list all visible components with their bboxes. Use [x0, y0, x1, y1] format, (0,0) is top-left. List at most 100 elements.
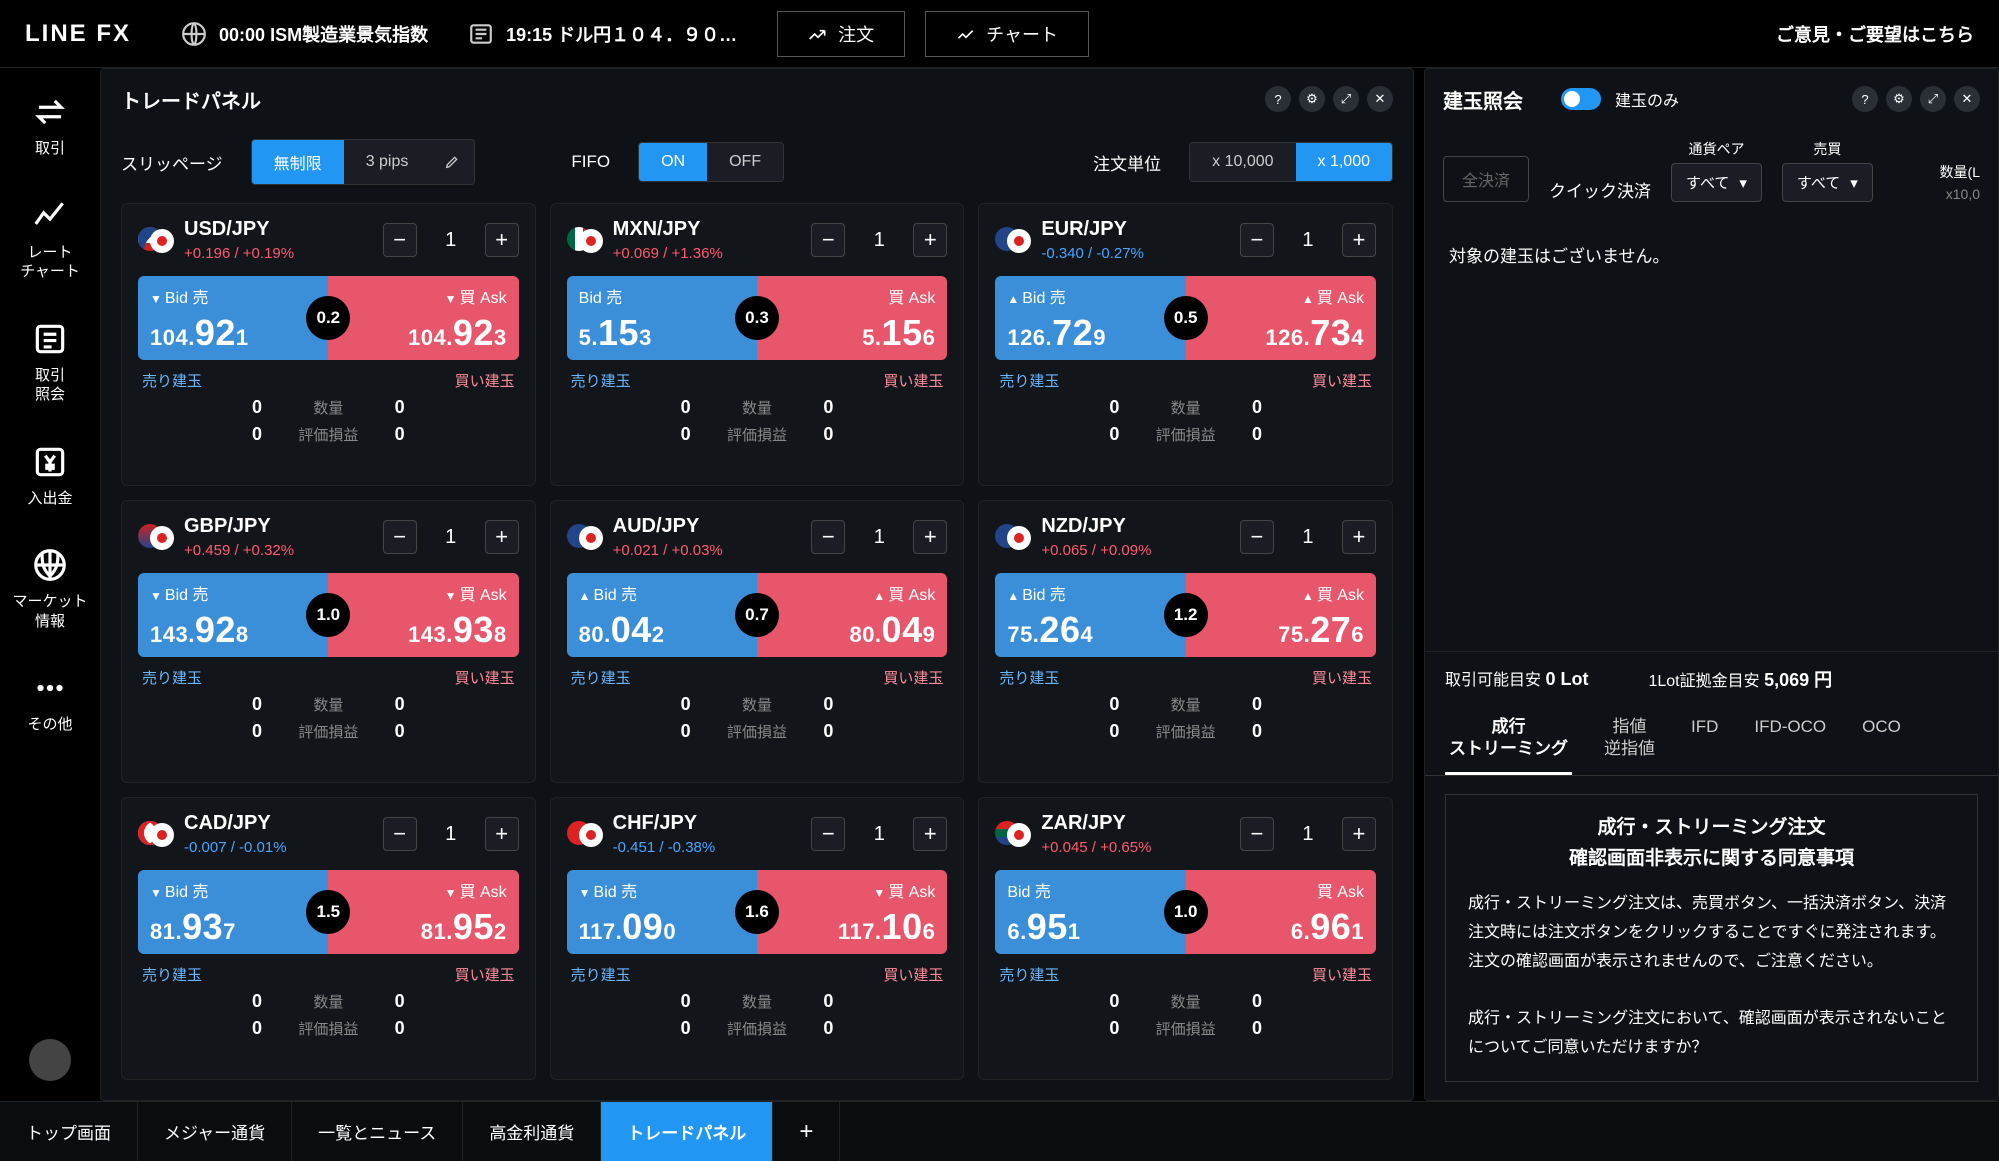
order-button[interactable]: 注文	[777, 11, 905, 57]
slippage-unlimited[interactable]: 無制限	[252, 140, 344, 184]
qty-plus[interactable]: +	[485, 817, 519, 851]
pair-filter-dropdown[interactable]: すべて▾	[1671, 163, 1762, 202]
order-tab-oco[interactable]: OCO	[1858, 706, 1905, 775]
bid-button[interactable]: Bid 売 126.729	[995, 276, 1185, 360]
close-icon[interactable]: ✕	[1954, 86, 1980, 112]
ask-button[interactable]: 買 Ask 6.961	[1186, 870, 1376, 954]
ask-button[interactable]: 買 Ask 81.952	[328, 870, 518, 954]
expand-icon[interactable]: ⤢	[1333, 86, 1359, 112]
bid-button[interactable]: Bid 売 6.951	[995, 870, 1185, 954]
settle-all-button[interactable]: 全決済	[1443, 156, 1529, 202]
btab-trade-panel[interactable]: トレードパネル	[601, 1102, 773, 1161]
btab-major[interactable]: メジャー通貨	[138, 1102, 292, 1161]
btab-list-news[interactable]: 一覧とニュース	[292, 1102, 463, 1161]
bid-button[interactable]: Bid 売 81.937	[138, 870, 328, 954]
qty-plus[interactable]: +	[913, 520, 947, 554]
available-margin: 取引可能目安 0 Lot	[1445, 666, 1588, 692]
sell-qty: 0	[142, 991, 262, 1012]
ask-button[interactable]: 買 Ask 80.049	[757, 573, 947, 657]
qty-plus[interactable]: +	[913, 817, 947, 851]
sell-qty: 0	[999, 991, 1119, 1012]
ask-button[interactable]: 買 Ask 75.276	[1186, 573, 1376, 657]
est-margin: 1Lot証拠金目安 5,069 円	[1648, 666, 1832, 692]
order-tab-ifd[interactable]: IFD	[1687, 706, 1722, 775]
ask-button[interactable]: 買 Ask 5.156	[757, 276, 947, 360]
bid-button[interactable]: Bid 売 75.264	[995, 573, 1185, 657]
positions-controls: 全決済 クイック決済 通貨ペア すべて▾ 売買 すべて▾ 数量(L x10,0	[1425, 129, 1998, 218]
qty-plus[interactable]: +	[913, 223, 947, 257]
qty-plus[interactable]: +	[1342, 817, 1376, 851]
order-tab-limit[interactable]: 指値 逆指値	[1600, 706, 1659, 775]
sell-pl: 0	[571, 1018, 691, 1039]
slippage-edit[interactable]	[430, 140, 474, 184]
order-tab-market[interactable]: 成行 ストリーミング	[1445, 706, 1572, 775]
bid-button[interactable]: Bid 売 5.153	[567, 276, 757, 360]
help-icon[interactable]: ?	[1265, 86, 1291, 112]
bid-button[interactable]: Bid 売 80.042	[567, 573, 757, 657]
spread-badge: 0.7	[735, 593, 779, 637]
sidenav-deposit[interactable]: 入出金	[27, 443, 72, 509]
help-icon[interactable]: ?	[1852, 86, 1878, 112]
order-tab-ifdoco[interactable]: IFD-OCO	[1750, 706, 1830, 775]
side-filter-dropdown[interactable]: すべて▾	[1782, 163, 1873, 202]
sell-pos-header: 売り建玉	[999, 370, 1059, 391]
sidenav-market[interactable]: マーケット 情報	[12, 546, 87, 631]
qty-minus[interactable]: −	[1240, 817, 1274, 851]
expand-icon[interactable]: ⤢	[1920, 86, 1946, 112]
qty-plus[interactable]: +	[485, 520, 519, 554]
buy-pos-header: 買い建玉	[1312, 370, 1372, 391]
bid-button[interactable]: Bid 売 143.928	[138, 573, 328, 657]
qty-minus[interactable]: −	[811, 223, 845, 257]
user-avatar[interactable]	[29, 1039, 71, 1081]
qty-minus[interactable]: −	[811, 817, 845, 851]
settings-icon[interactable]: ⚙	[1886, 86, 1912, 112]
sell-pl: 0	[999, 1018, 1119, 1039]
buy-pl: 0	[1252, 1018, 1372, 1039]
buy-pl: 0	[1252, 721, 1372, 742]
sell-pl: 0	[142, 1018, 262, 1039]
pair-change: +0.065 / +0.09%	[1041, 542, 1151, 559]
ask-button[interactable]: 買 Ask 126.734	[1186, 276, 1376, 360]
fifo-on[interactable]: ON	[639, 143, 707, 181]
positions-only-toggle[interactable]	[1561, 88, 1601, 110]
sidenav-rate-chart[interactable]: レート チャート	[20, 197, 80, 282]
indicator-info[interactable]: 00:00 ISM製造業景気指数	[219, 21, 428, 47]
ask-button[interactable]: 買 Ask 117.106	[757, 870, 947, 954]
close-icon[interactable]: ✕	[1367, 86, 1393, 112]
settings-icon[interactable]: ⚙	[1299, 86, 1325, 112]
bid-button[interactable]: Bid 売 104.921	[138, 276, 328, 360]
slippage-3pips[interactable]: 3 pips	[344, 140, 431, 184]
qty-minus[interactable]: −	[1240, 223, 1274, 257]
qty-minus[interactable]: −	[383, 817, 417, 851]
chart-button[interactable]: チャート	[925, 11, 1089, 57]
rate-chart-icon	[31, 197, 69, 235]
pair-card: GBP/JPY +0.459 / +0.32% − 1 + Bid 売 143.…	[121, 500, 536, 783]
pair-card: USD/JPY +0.196 / +0.19% − 1 + Bid 売 104.…	[121, 203, 536, 486]
btab-high-yield[interactable]: 高金利通貨	[463, 1102, 601, 1161]
sidenav-other[interactable]: その他	[27, 669, 72, 735]
news-ticker[interactable]: 19:15 ドル円１０４．９０…	[506, 21, 737, 47]
fifo-off[interactable]: OFF	[707, 143, 783, 181]
ask-button[interactable]: 買 Ask 143.938	[328, 573, 518, 657]
qty-minus[interactable]: −	[383, 520, 417, 554]
pair-card: NZD/JPY +0.065 / +0.09% − 1 + Bid 売 75.2…	[978, 500, 1393, 783]
unit-1000[interactable]: x 1,000	[1296, 143, 1392, 181]
qty-plus[interactable]: +	[485, 223, 519, 257]
qty-minus[interactable]: −	[811, 520, 845, 554]
unit-10000[interactable]: x 10,000	[1190, 143, 1295, 181]
qty-minus[interactable]: −	[1240, 520, 1274, 554]
ask-button[interactable]: 買 Ask 104.923	[328, 276, 518, 360]
qty-minus[interactable]: −	[383, 223, 417, 257]
feedback-link[interactable]: ご意見・ご要望はこちら	[1776, 21, 1974, 47]
flag-pair-icon	[138, 227, 174, 253]
btab-add[interactable]: +	[773, 1102, 840, 1161]
qty-column-header: 数量(L	[1940, 162, 1980, 182]
sell-pos-header: 売り建玉	[142, 964, 202, 985]
sidenav-trade[interactable]: 取引	[31, 93, 69, 159]
sidenav-orders[interactable]: 取引 照会	[31, 320, 69, 405]
sell-qty: 0	[999, 694, 1119, 715]
bid-button[interactable]: Bid 売 117.090	[567, 870, 757, 954]
btab-top[interactable]: トップ画面	[0, 1102, 138, 1161]
qty-plus[interactable]: +	[1342, 520, 1376, 554]
qty-plus[interactable]: +	[1342, 223, 1376, 257]
